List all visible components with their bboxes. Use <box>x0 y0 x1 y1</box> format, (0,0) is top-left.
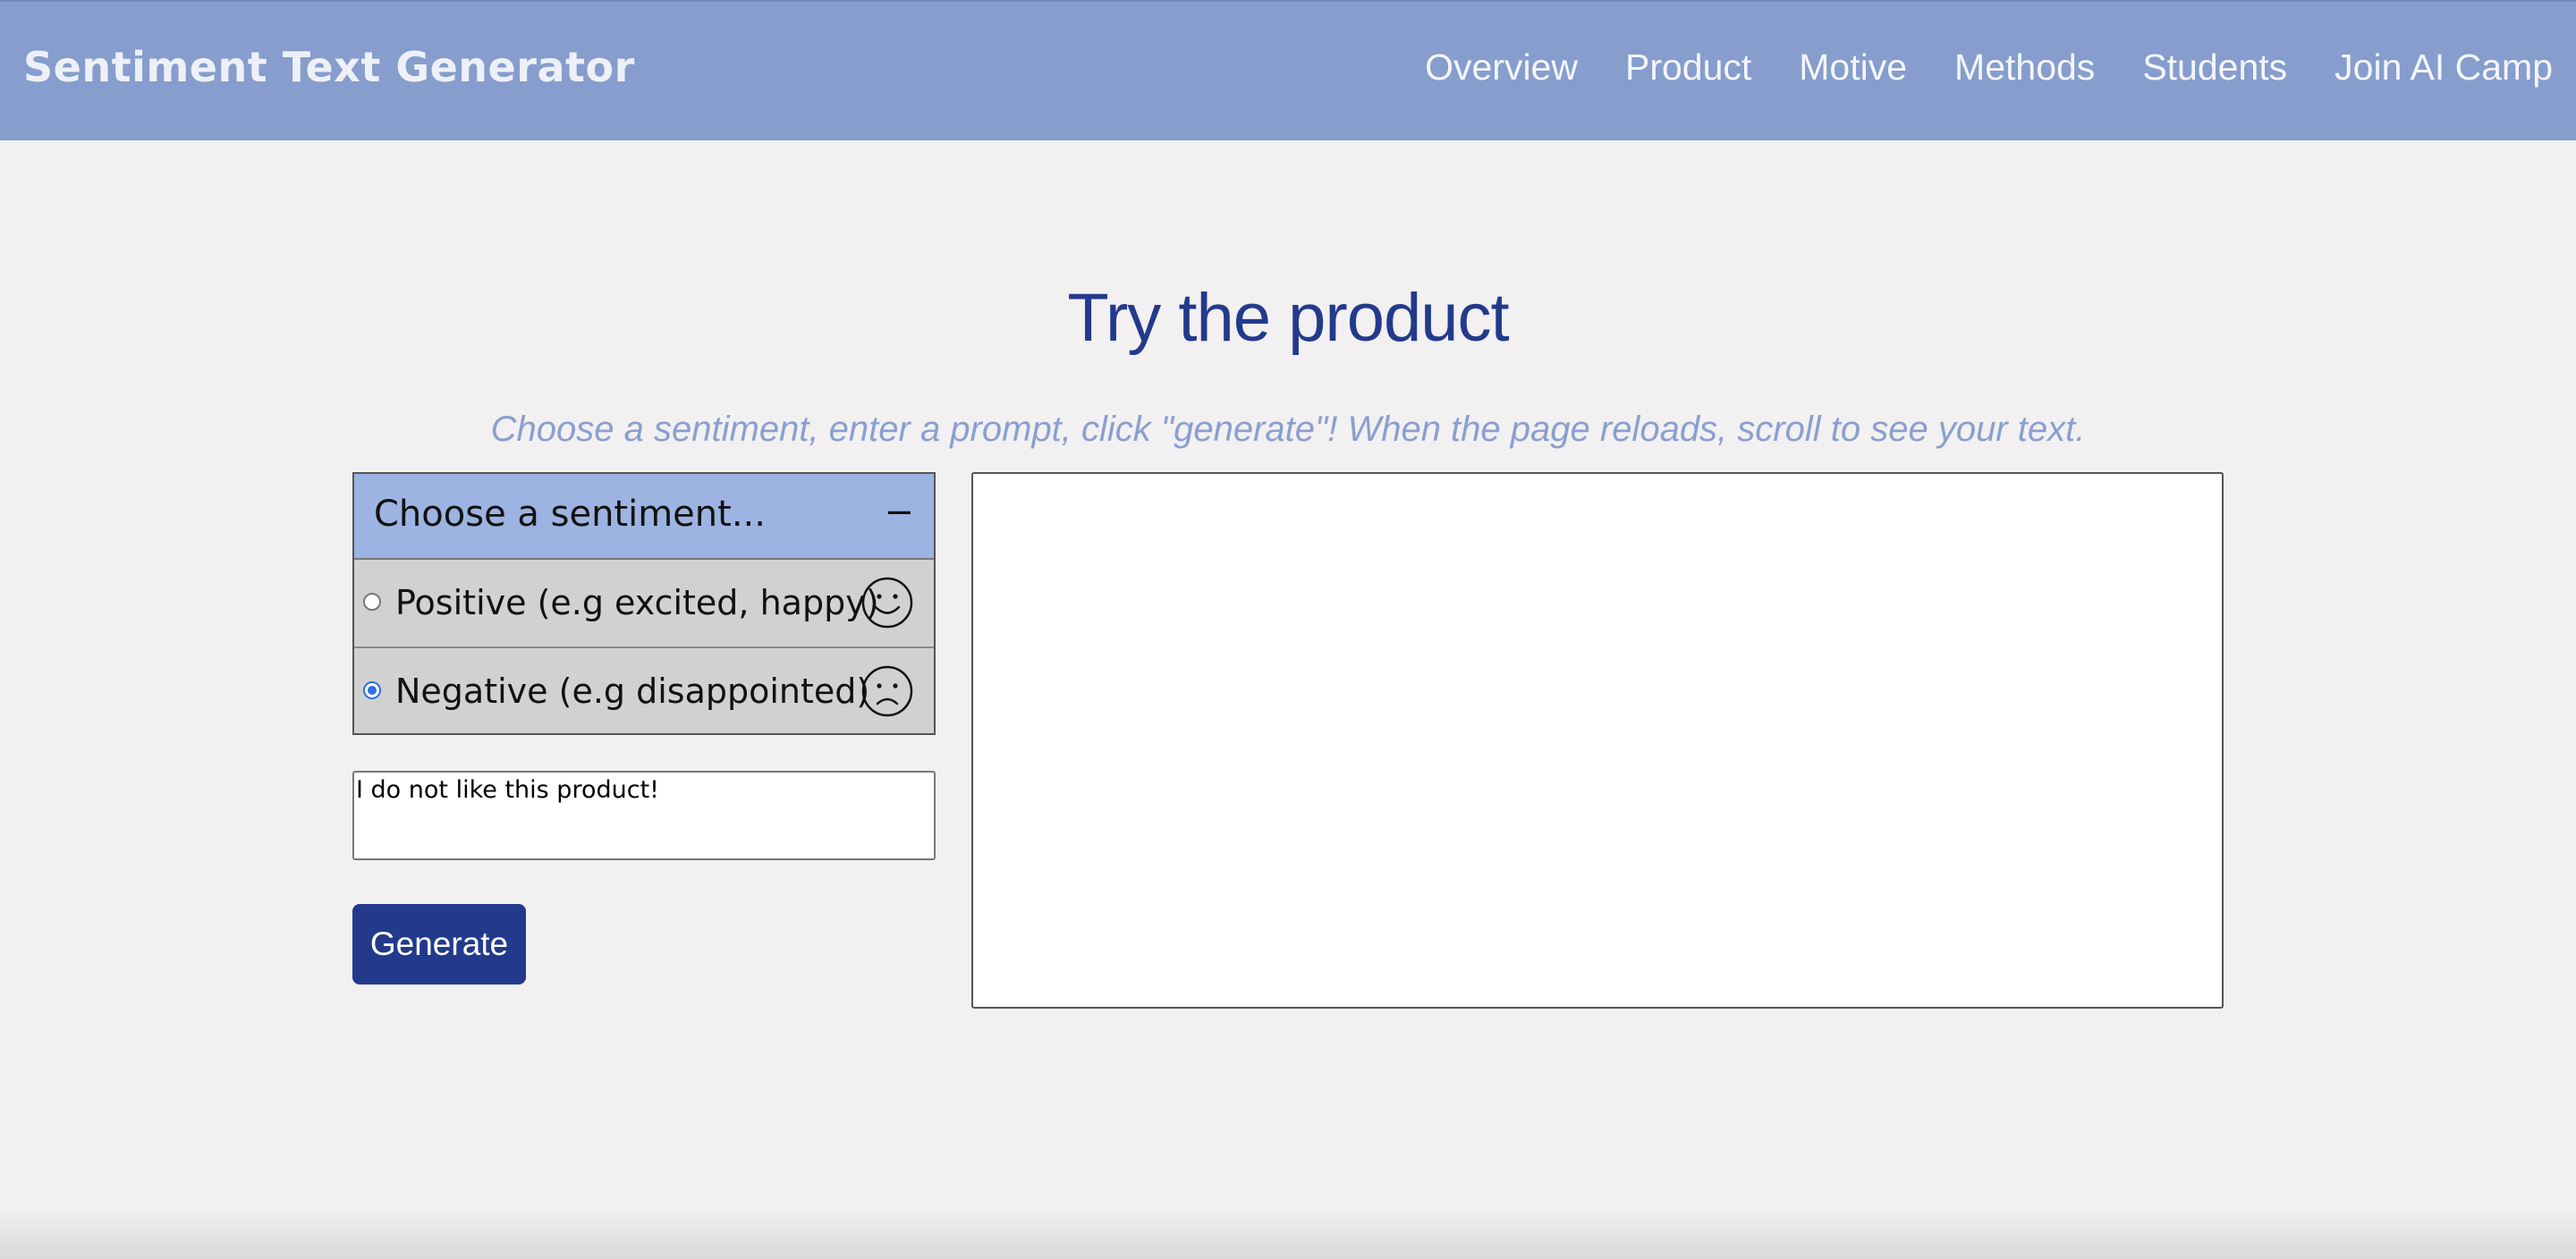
negative-radio[interactable] <box>363 681 381 699</box>
positive-option-label: Positive (e.g excited, happy) <box>395 583 879 622</box>
negative-option-label: Negative (e.g disappointed) <box>395 672 870 711</box>
sentiment-option-positive[interactable]: Positive (e.g excited, happy) <box>354 560 934 646</box>
nav-link-product[interactable]: Product <box>1625 46 1751 89</box>
bottom-shadow <box>0 1207 2576 1259</box>
collapse-icon[interactable]: − <box>884 492 914 533</box>
nav-links: Overview Product Motive Methods Students… <box>1377 46 2553 89</box>
sentiment-panel-header[interactable]: Choose a sentiment... − <box>354 474 934 560</box>
nav-link-methods[interactable]: Methods <box>1954 46 2095 89</box>
sentiment-panel-heading: Choose a sentiment... <box>374 494 766 535</box>
nav-link-overview[interactable]: Overview <box>1425 46 1578 89</box>
nav-link-motive[interactable]: Motive <box>1799 46 1907 89</box>
prompt-input[interactable]: I do not like this product! <box>352 771 936 860</box>
sentiment-panel: Choose a sentiment... − Positive (e.g ex… <box>352 472 936 735</box>
site-brand[interactable]: Sentiment Text Generator <box>23 43 635 91</box>
generate-button[interactable]: Generate <box>352 904 526 984</box>
nav-link-students[interactable]: Students <box>2142 46 2287 89</box>
instructions-text: Choose a sentiment, enter a prompt, clic… <box>490 410 2086 449</box>
top-navbar: Sentiment Text Generator Overview Produc… <box>0 0 2576 140</box>
generated-text-output[interactable] <box>971 472 2224 1009</box>
sentiment-option-negative[interactable]: Negative (e.g disappointed) <box>354 646 934 733</box>
page-title: Try the product <box>1067 280 1509 356</box>
page: Sentiment Text Generator Overview Produc… <box>0 0 2576 1259</box>
nav-link-join-ai-camp[interactable]: Join AI Camp <box>2334 46 2553 89</box>
positive-radio[interactable] <box>363 593 381 611</box>
frowning-face-icon <box>861 665 913 717</box>
smiley-face-icon <box>861 577 913 629</box>
